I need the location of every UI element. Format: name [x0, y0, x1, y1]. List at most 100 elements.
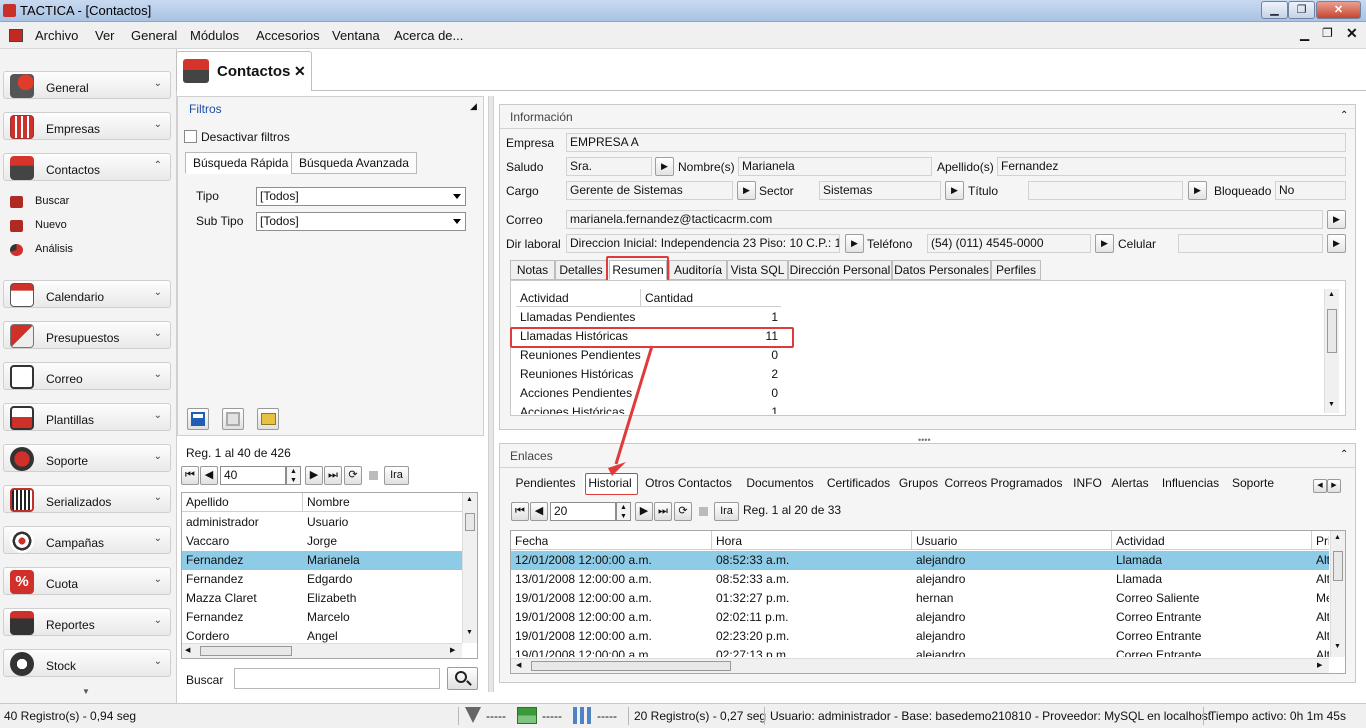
excel-icon[interactable] — [517, 707, 537, 724]
subtipo-select[interactable]: [Todos] — [256, 212, 466, 231]
search-button[interactable] — [447, 667, 478, 690]
open-filter-button[interactable] — [257, 408, 279, 430]
tab-enlaces-documentos[interactable]: Documentos — [740, 473, 820, 495]
scroll-up-icon[interactable]: ▲ — [466, 496, 473, 503]
delete-filter-button[interactable] — [222, 408, 244, 430]
close-tab-icon[interactable]: ✕ — [294, 63, 306, 80]
tipo-select[interactable]: [Todos] — [256, 187, 466, 206]
dir-select-button[interactable]: ▶ — [845, 234, 864, 253]
column-header-hora[interactable]: Hora — [716, 534, 742, 548]
page-size-input[interactable]: 20 — [550, 502, 616, 521]
vertical-splitter[interactable] — [488, 96, 494, 692]
tab-busqueda-avanzada[interactable]: Búsqueda Avanzada — [291, 152, 417, 174]
sidebar-scroll-down-icon[interactable]: ▼ — [82, 687, 90, 696]
historial-hscrollbar[interactable]: ◀ ▶ — [511, 658, 1329, 673]
first-page-button[interactable]: ⏮ — [181, 466, 199, 485]
summary-vscrollbar[interactable]: ▲ ▼ — [1324, 289, 1339, 413]
tab-enlaces-info[interactable]: INFO — [1067, 473, 1108, 495]
column-header-nombre[interactable]: Nombre — [307, 495, 350, 509]
menu-ventana[interactable]: Ventana — [332, 28, 380, 43]
menu-accesorios[interactable]: Accesorios — [256, 28, 320, 43]
saludo-field[interactable]: Sra. — [566, 157, 652, 176]
next-page-button[interactable]: ▶ — [635, 502, 653, 521]
apellido-field[interactable]: Fernandez — [997, 157, 1346, 176]
sidebar-item-contactos[interactable]: Contactos ⌃ — [3, 153, 171, 181]
sidebar-item-general[interactable]: General ⌄ — [3, 71, 171, 99]
scroll-thumb[interactable] — [1333, 551, 1343, 581]
go-button[interactable]: Ira — [384, 466, 409, 485]
page-size-input[interactable]: 40 — [220, 466, 286, 485]
tab-contactos[interactable]: Contactos ✕ — [176, 51, 312, 91]
refresh-button[interactable]: ⟳ — [344, 466, 362, 485]
refresh-button[interactable]: ⟳ — [674, 502, 692, 521]
scroll-down-icon[interactable]: ▼ — [1328, 401, 1335, 408]
app-menu-icon[interactable] — [9, 29, 23, 42]
tab-direccion-personal[interactable]: Dirección Personal — [788, 260, 892, 280]
h-scroll-thumb[interactable] — [200, 646, 292, 656]
tab-vista-sql[interactable]: Vista SQL — [727, 260, 788, 280]
scroll-down-icon[interactable]: ▼ — [466, 629, 473, 636]
close-window-button[interactable]: ✕ — [1316, 1, 1361, 19]
tab-enlaces-grupos[interactable]: Grupos — [897, 473, 940, 495]
h-scroll-thumb[interactable] — [531, 661, 731, 671]
telefono-field[interactable]: (54) (011) 4545-0000 — [927, 234, 1091, 253]
cargo-field[interactable]: Gerente de Sistemas — [566, 181, 733, 200]
tabs-scroll-left-button[interactable]: ◀ — [1313, 479, 1327, 493]
sidebar-item-cuota[interactable]: % Cuota ⌄ — [3, 567, 171, 595]
table-row[interactable]: 19/01/2008 12:00:00 a.m. 01:32:27 p.m. her… — [511, 589, 1329, 608]
celular-action-button[interactable]: ▶ — [1327, 234, 1346, 253]
page-size-spinner[interactable]: ▲ ▼ — [286, 466, 301, 485]
table-row[interactable]: Fernandez Marcelo — [182, 608, 462, 627]
table-row[interactable]: Fernandez Edgardo — [182, 570, 462, 589]
menu-ver[interactable]: Ver — [95, 28, 115, 43]
go-button[interactable]: Ira — [714, 502, 739, 521]
tab-enlaces-influencias[interactable]: Influencias — [1152, 473, 1229, 495]
tabs-scroll-right-button[interactable]: ▶ — [1327, 479, 1341, 493]
tab-enlaces-certificados[interactable]: Certificados — [820, 473, 897, 495]
tab-enlaces-alertas[interactable]: Alertas — [1108, 473, 1152, 495]
contacts-vscrollbar[interactable]: ▲ ▼ — [462, 493, 477, 643]
menu-modulos[interactable]: Módulos — [190, 28, 239, 43]
column-header-cantidad[interactable]: Cantidad — [645, 291, 693, 305]
summary-row[interactable]: Llamadas Pendientes 1 — [516, 308, 786, 327]
telefono-action-button[interactable]: ▶ — [1095, 234, 1114, 253]
empresa-field[interactable]: EMPRESA A — [566, 133, 1346, 152]
last-page-button[interactable]: ⏭ — [324, 466, 342, 485]
maximize-button[interactable]: ❐ — [1288, 1, 1315, 19]
menu-archivo[interactable]: Archivo — [35, 28, 78, 43]
tab-notas[interactable]: Notas — [510, 260, 555, 280]
sidebar-item-campanas[interactable]: Campañas ⌄ — [3, 526, 171, 554]
column-header-prioridad[interactable]: Pri — [1316, 534, 1329, 548]
next-page-button[interactable]: ▶ — [305, 466, 323, 485]
table-row[interactable]: 19/01/2008 12:00:00 a.m. 02:27:13 p.m. ale… — [511, 646, 1329, 657]
scroll-thumb[interactable] — [465, 513, 475, 531]
scroll-right-icon[interactable]: ▶ — [1317, 661, 1322, 669]
titulo-field[interactable] — [1028, 181, 1183, 200]
bloqueado-field[interactable]: No — [1275, 181, 1346, 200]
table-row[interactable]: 19/01/2008 12:00:00 a.m. 02:02:11 p.m. ale… — [511, 608, 1329, 627]
table-row[interactable]: 19/01/2008 12:00:00 a.m. 02:23:20 p.m. ale… — [511, 627, 1329, 646]
disable-filters-checkbox[interactable] — [184, 130, 197, 143]
sector-field[interactable]: Sistemas — [819, 181, 941, 200]
contacts-hscrollbar[interactable]: ◀ ▶ — [182, 643, 462, 658]
tab-enlaces-pendientes[interactable]: Pendientes — [508, 473, 583, 495]
tab-busqueda-rapida[interactable]: Búsqueda Rápida — [185, 152, 297, 174]
scroll-thumb[interactable] — [1327, 309, 1337, 353]
column-header-apellido[interactable]: Apellido — [186, 495, 229, 509]
column-header-actividad[interactable]: Actividad — [1116, 534, 1165, 548]
sidebar-item-calendario[interactable]: Calendario ⌄ — [3, 280, 171, 308]
collapse-icon[interactable]: ◢ — [470, 101, 477, 112]
first-page-button[interactable]: ⏮ — [511, 502, 529, 521]
mdi-minimize-icon[interactable]: ▁ — [1300, 27, 1309, 41]
last-page-button[interactable]: ⏭ — [654, 502, 672, 521]
celular-field[interactable] — [1178, 234, 1323, 253]
scroll-left-icon[interactable]: ◀ — [185, 646, 190, 654]
collapse-up-icon[interactable]: ⌃ — [1340, 449, 1348, 460]
correo-action-button[interactable]: ▶ — [1327, 210, 1346, 229]
filter-icon[interactable] — [465, 707, 481, 723]
titulo-select-button[interactable]: ▶ — [1188, 181, 1207, 200]
sidebar-item-plantillas[interactable]: Plantillas ⌄ — [3, 403, 171, 431]
tab-auditoria[interactable]: Auditoría — [669, 260, 727, 280]
tab-perfiles[interactable]: Perfiles — [991, 260, 1041, 280]
correo-field[interactable]: marianela.fernandez@tacticacrm.com — [566, 210, 1323, 229]
